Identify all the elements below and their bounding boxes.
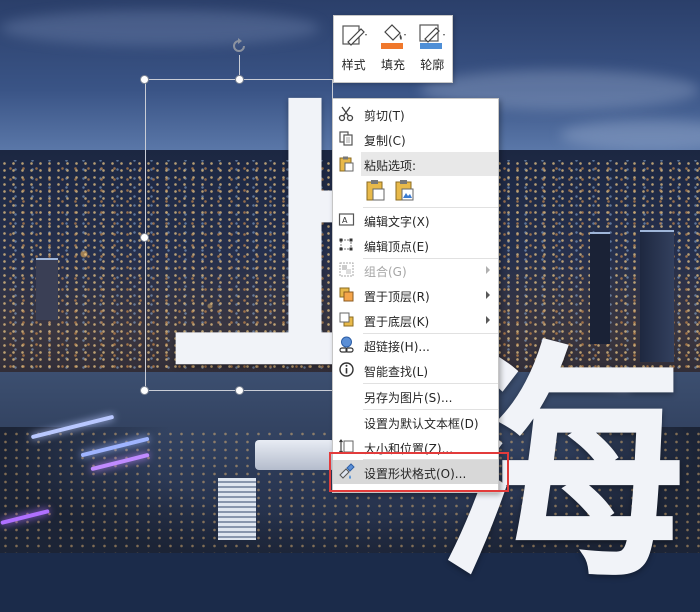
copy-icon xyxy=(339,131,353,146)
bring-to-front-icon xyxy=(339,287,354,302)
menu-item-edit-text[interactable]: A 编辑文字(X) xyxy=(333,208,498,232)
menu-item-save-as-picture[interactable]: 另存为图片(S)... xyxy=(333,384,498,408)
menu-item-cut[interactable]: 剪切(T) xyxy=(333,102,498,126)
style-button-label: 样式 xyxy=(341,58,366,72)
menu-item-set-default-textbox[interactable]: 设置为默认文本框(D) xyxy=(333,410,498,434)
stadium-building xyxy=(255,440,335,470)
fill-button[interactable]: 填充 xyxy=(375,22,411,73)
resize-handle-top[interactable] xyxy=(235,75,244,84)
menu-item-label: 置于底层(K) xyxy=(364,315,430,329)
hotel-building xyxy=(218,478,256,540)
edit-points-icon xyxy=(339,238,353,251)
resize-handle-bottom[interactable] xyxy=(235,386,244,395)
menu-item-send-to-back[interactable]: 置于底层(K) xyxy=(333,308,498,332)
cloud xyxy=(0,10,320,46)
resize-handle-top-left[interactable] xyxy=(140,75,149,84)
submenu-arrow-icon xyxy=(486,266,490,274)
menu-item-label: 组合(G) xyxy=(364,265,407,279)
fill-bucket-icon xyxy=(380,24,406,49)
style-icon xyxy=(342,25,367,46)
group-icon xyxy=(339,262,354,277)
context-menu: 剪切(T) 复制(C) 粘贴选项: A 编辑文字(X) 编辑顶点(E) 组合(G… xyxy=(332,98,499,493)
edit-text-icon: A xyxy=(338,213,355,226)
svg-text:A: A xyxy=(342,216,348,225)
submenu-arrow-icon xyxy=(486,291,490,299)
menu-item-edit-points[interactable]: 编辑顶点(E) xyxy=(333,233,498,257)
resize-handle-left[interactable] xyxy=(140,233,149,242)
send-to-back-icon xyxy=(339,312,354,327)
paste-options-header: 粘贴选项: xyxy=(361,152,498,176)
outline-pen-icon xyxy=(419,24,446,49)
menu-item-hyperlink[interactable]: 超链接(H)... xyxy=(333,333,498,357)
menu-item-bring-to-front[interactable]: 置于顶层(R) xyxy=(333,283,498,307)
paste-keep-source-icon xyxy=(366,180,385,201)
menu-item-label: 剪切(T) xyxy=(364,109,405,123)
paste-as-picture-button[interactable] xyxy=(393,178,415,202)
scissors-icon xyxy=(338,106,354,122)
menu-item-label: 编辑顶点(E) xyxy=(364,240,429,254)
menu-item-smart-lookup[interactable]: 智能查找(L) xyxy=(333,358,498,382)
rotate-handle-icon[interactable] xyxy=(230,37,248,55)
smart-lookup-icon xyxy=(339,362,354,377)
highlight-annotation-box xyxy=(329,452,509,492)
mini-toolbar: 样式 填充 轮廓 xyxy=(333,15,453,83)
submenu-arrow-icon xyxy=(486,316,490,324)
skyscraper xyxy=(36,258,58,320)
fill-button-label: 填充 xyxy=(380,58,405,72)
paste-options-label: 粘贴选项: xyxy=(364,159,417,173)
menu-item-label: 编辑文字(X) xyxy=(364,215,430,229)
style-button[interactable]: 样式 xyxy=(336,22,372,73)
menu-item-label: 智能查找(L) xyxy=(364,365,429,379)
menu-item-label: 设置为默认文本框(D) xyxy=(364,417,479,431)
paste-as-picture-icon xyxy=(395,180,414,201)
outline-button[interactable]: 轮廓 xyxy=(414,22,450,73)
menu-item-group[interactable]: 组合(G) xyxy=(333,258,498,282)
menu-item-label: 另存为图片(S)... xyxy=(364,391,453,405)
menu-item-label: 超链接(H)... xyxy=(364,340,430,354)
menu-item-label: 复制(C) xyxy=(364,134,406,148)
menu-item-label: 置于顶层(R) xyxy=(364,290,430,304)
paste-keep-source-button[interactable] xyxy=(364,178,386,202)
hyperlink-icon xyxy=(339,336,354,353)
outline-button-label: 轮廓 xyxy=(420,58,445,72)
shape-selection-frame[interactable] xyxy=(145,79,333,391)
rotate-handle-stem xyxy=(239,55,240,76)
resize-handle-bottom-left[interactable] xyxy=(140,386,149,395)
menu-item-copy[interactable]: 复制(C) xyxy=(333,127,498,151)
paste-clipboard-icon xyxy=(339,156,354,172)
